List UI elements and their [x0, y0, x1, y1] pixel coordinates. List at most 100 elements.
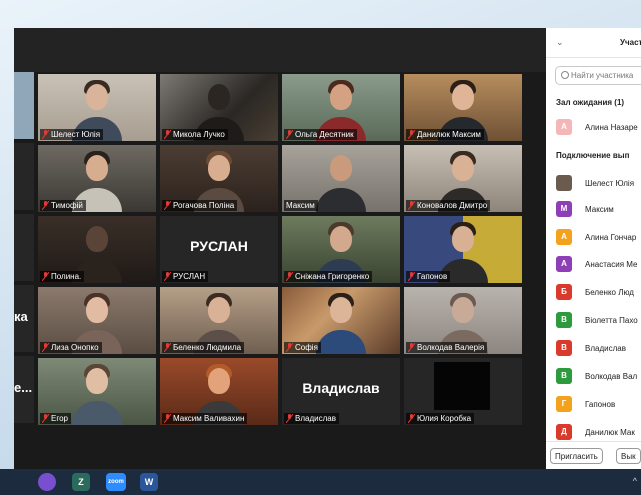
video-tile[interactable]: Полина.	[38, 216, 156, 283]
video-tile-partial	[14, 214, 34, 281]
panel-title: Участ	[620, 38, 641, 47]
participant-name-large: ка	[14, 309, 28, 324]
video-tile-partial: е...	[14, 356, 34, 423]
mic-muted-icon	[408, 201, 415, 210]
system-tray[interactable]: ^	[633, 476, 637, 486]
zello-icon[interactable]: Z	[72, 473, 90, 491]
participant-label: Максим	[284, 200, 318, 211]
participant-label: Данилюк Максим	[406, 129, 484, 140]
video-tile[interactable]: Шелест Юлія	[38, 74, 156, 141]
avatar: M	[556, 201, 572, 217]
participant-label: Юлия Коробка	[406, 413, 475, 424]
zoom-icon[interactable]: zoom	[106, 473, 126, 491]
video-tile[interactable]: Егор	[38, 358, 156, 425]
meeting-top-bar	[14, 28, 546, 72]
waiting-participant-row[interactable]: А Алина Назаре	[556, 119, 641, 135]
mic-muted-icon	[42, 414, 49, 423]
video-tile[interactable]: Тимофій	[38, 145, 156, 212]
participant-label: Максим Валивахин	[162, 413, 248, 424]
avatar: В	[556, 368, 572, 384]
panel-header: ⌄ Участ	[546, 28, 641, 58]
windows-taskbar: Z zoom W ^	[0, 469, 641, 495]
video-tile[interactable]: Данилюк Максим	[404, 74, 522, 141]
participant-row[interactable]: Д Данилюк Мак	[556, 424, 641, 440]
panel-footer: Пригласить Вык	[546, 441, 641, 469]
participant-row[interactable]: В Волкодав Вал	[556, 368, 641, 384]
mic-muted-icon	[164, 130, 171, 139]
video-tile[interactable]: Юлия Коробка	[404, 358, 522, 425]
participant-label: Сніжана Григоренко	[284, 271, 373, 282]
invite-button[interactable]: Пригласить	[550, 448, 603, 464]
viber-icon[interactable]	[38, 473, 56, 491]
participant-row[interactable]: A Алина Гончар	[556, 229, 641, 245]
mic-muted-icon	[164, 414, 171, 423]
participant-search-input[interactable]: Найти участника	[555, 66, 641, 85]
video-tile[interactable]: Коновалов Дмитро	[404, 145, 522, 212]
mute-all-button[interactable]: Вык	[616, 448, 641, 464]
video-tile[interactable]: Лиза Онопко	[38, 287, 156, 354]
mic-muted-icon	[42, 201, 49, 210]
mic-muted-icon	[286, 130, 293, 139]
mic-muted-icon	[408, 130, 415, 139]
video-tile-partial: ка	[14, 285, 34, 352]
mic-muted-icon	[286, 272, 293, 281]
mic-muted-icon	[164, 343, 171, 352]
avatar: Б	[556, 284, 572, 300]
participant-label: Шелест Юлія	[40, 129, 104, 140]
avatar: A	[556, 256, 572, 272]
participant-label: Егор	[40, 413, 71, 424]
participant-label: Микола Лучко	[162, 129, 228, 140]
participant-row[interactable]: Б Беленко Люд	[556, 284, 641, 300]
video-tile[interactable]: Микола Лучко	[160, 74, 278, 141]
mic-muted-icon	[164, 272, 171, 281]
participant-row[interactable]: В Віолетта Пахо	[556, 312, 641, 328]
participant-row[interactable]: Г Гапонов	[556, 396, 641, 412]
video-tile[interactable]: Гапонов	[404, 216, 522, 283]
participant-name-large: РУСЛАН	[190, 238, 248, 254]
participant-label: Полина.	[40, 271, 85, 282]
video-tile-active-speaker[interactable]: Максим	[282, 145, 400, 212]
video-tile[interactable]: Максим Валивахин	[160, 358, 278, 425]
participant-row[interactable]: В Владислав	[556, 340, 641, 356]
participant-label: Коновалов Дмитро	[406, 200, 491, 211]
video-tile-partial	[14, 143, 34, 210]
chevron-down-icon[interactable]: ⌄	[556, 37, 564, 48]
word-icon[interactable]: W	[140, 473, 158, 491]
mic-muted-icon	[42, 130, 49, 139]
participant-label: Рогачова Поліна	[162, 200, 238, 211]
video-tile[interactable]: Ольга Десятник	[282, 74, 400, 141]
participant-row[interactable]: M Максим	[556, 201, 641, 217]
avatar: Г	[556, 396, 572, 412]
video-tile[interactable]: Рогачова Поліна	[160, 145, 278, 212]
participant-label: Тимофій	[40, 200, 86, 211]
mic-muted-icon	[42, 343, 49, 352]
connected-heading: Подключение вып	[556, 151, 630, 160]
video-tile[interactable]: РУСЛАН РУСЛАН	[160, 216, 278, 283]
video-tile[interactable]: Владислав Владислав	[282, 358, 400, 425]
video-tile[interactable]: Сніжана Григоренко	[282, 216, 400, 283]
video-gallery: ка е... Шелест Юлія Микола Лучко Ольга Д…	[14, 72, 546, 452]
mic-muted-icon	[408, 343, 415, 352]
avatar: В	[556, 340, 572, 356]
avatar: В	[556, 312, 572, 328]
participant-row[interactable]: Шелест Юлія	[556, 175, 641, 191]
participant-row[interactable]: A Анастасия Ме	[556, 256, 641, 272]
waiting-room-heading: Зал ожидания (1)	[556, 98, 625, 107]
mic-muted-icon	[286, 343, 293, 352]
avatar: A	[556, 229, 572, 245]
participant-label: Ольга Десятник	[284, 129, 357, 140]
participant-label: Гапонов	[406, 271, 451, 282]
video-tile[interactable]: Волкодав Валерія	[404, 287, 522, 354]
participant-label: Лиза Онопко	[40, 342, 102, 353]
mic-muted-icon	[408, 414, 415, 423]
participant-label: РУСЛАН	[162, 271, 209, 282]
avatar: Д	[556, 424, 572, 440]
participant-label: Софія	[284, 342, 321, 353]
participant-label: Беленко Людмила	[162, 342, 245, 353]
video-tile[interactable]: Софія	[282, 287, 400, 354]
avatar: А	[556, 119, 572, 135]
mic-muted-icon	[286, 414, 293, 423]
video-tile[interactable]: Беленко Людмила	[160, 287, 278, 354]
participant-name-large: Владислав	[302, 380, 380, 396]
mic-muted-icon	[42, 272, 49, 281]
